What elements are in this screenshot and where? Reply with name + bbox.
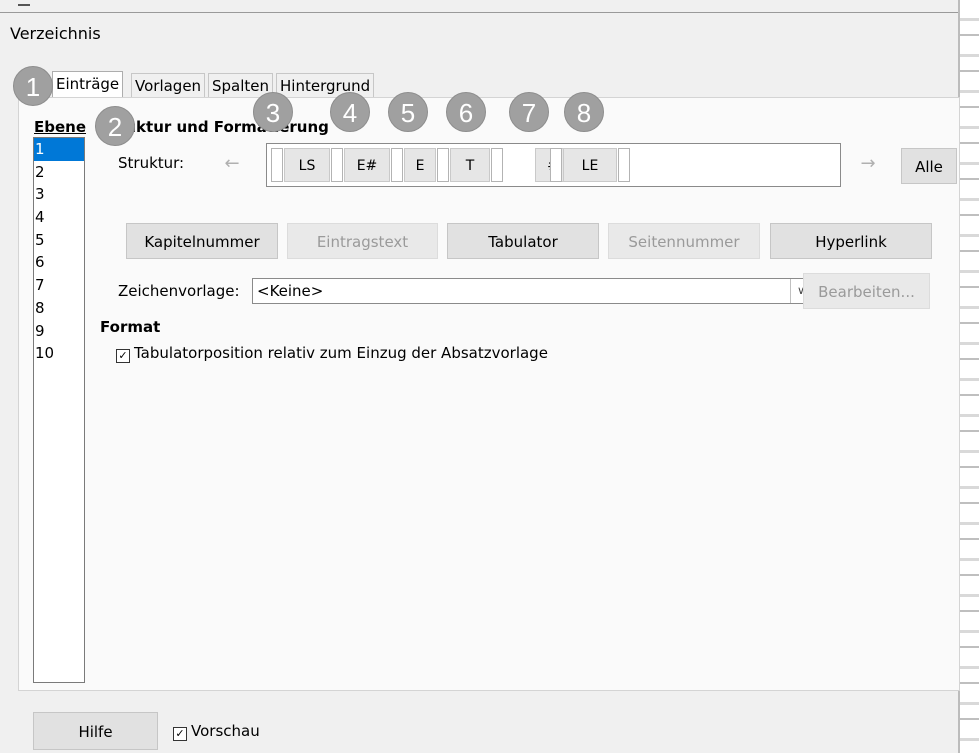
level-list[interactable]: 1 2 3 4 5 6 7 8 9 10 bbox=[33, 137, 85, 683]
preview-label: Vorschau bbox=[191, 722, 260, 740]
help-button[interactable]: Hilfe bbox=[33, 712, 158, 750]
callout-badge-8: 8 bbox=[564, 92, 604, 132]
char-style-value: <Keine> bbox=[257, 282, 324, 300]
level-item[interactable]: 5 bbox=[34, 229, 84, 252]
chapter-number-button[interactable]: Kapitelnummer bbox=[126, 223, 278, 259]
token-e-num[interactable]: E# bbox=[344, 148, 390, 182]
callout-badge-2: 2 bbox=[95, 106, 135, 146]
torn-edge bbox=[958, 0, 979, 753]
level-item[interactable]: 2 bbox=[34, 161, 84, 184]
window-edge-mark bbox=[18, 4, 30, 6]
level-item[interactable]: 7 bbox=[34, 274, 84, 297]
dialog-title: Verzeichnis bbox=[10, 24, 101, 43]
level-item[interactable]: 3 bbox=[34, 183, 84, 206]
structure-line[interactable]: LS E# E T # LE bbox=[266, 143, 841, 187]
callout-badge-5: 5 bbox=[388, 92, 428, 132]
level-item[interactable]: 4 bbox=[34, 206, 84, 229]
callout-badge-4: 4 bbox=[330, 92, 370, 132]
callout-badge-3: 3 bbox=[253, 92, 293, 132]
tab-position-checkbox[interactable]: ✓ Tabulatorposition relativ zum Einzug de… bbox=[116, 344, 548, 363]
structure-gap[interactable] bbox=[550, 148, 562, 182]
hyperlink-button[interactable]: Hyperlink bbox=[770, 223, 932, 259]
structure-gap[interactable] bbox=[491, 148, 503, 182]
tab-stop-button[interactable]: Tabulator bbox=[447, 223, 599, 259]
checkmark-icon: ✓ bbox=[116, 349, 130, 363]
level-item[interactable]: 9 bbox=[34, 320, 84, 343]
tab-eintraege[interactable]: Einträge bbox=[52, 71, 124, 99]
token-le[interactable]: LE bbox=[563, 148, 617, 182]
callout-badge-6: 6 bbox=[446, 92, 486, 132]
token-t[interactable]: T bbox=[450, 148, 490, 182]
tab-vorlagen[interactable]: Vorlagen bbox=[131, 73, 206, 98]
level-item[interactable]: 1 bbox=[34, 138, 84, 161]
structure-gap[interactable] bbox=[331, 148, 343, 182]
structure-gap[interactable] bbox=[391, 148, 403, 182]
preview-checkbox[interactable]: ✓ Vorschau bbox=[173, 722, 260, 741]
char-style-label: Zeichenvorlage: bbox=[118, 282, 240, 300]
level-item[interactable]: 6 bbox=[34, 251, 84, 274]
tab-position-label: Tabulatorposition relativ zum Einzug der… bbox=[134, 344, 548, 362]
char-style-select[interactable]: <Keine> ∨ bbox=[252, 278, 812, 304]
levels-label: Ebene bbox=[34, 118, 87, 136]
structure-gap[interactable] bbox=[618, 148, 630, 182]
structure-label: Struktur: bbox=[118, 154, 185, 172]
checkmark-icon: ✓ bbox=[173, 727, 187, 741]
structure-gap[interactable] bbox=[271, 148, 283, 182]
level-item[interactable]: 10 bbox=[34, 342, 84, 365]
callout-badge-7: 7 bbox=[509, 92, 549, 132]
right-arrow-icon[interactable]: → bbox=[857, 153, 879, 175]
edit-button[interactable]: Bearbeiten... bbox=[803, 273, 930, 309]
window-top-border bbox=[0, 12, 965, 13]
structure-gap[interactable] bbox=[437, 148, 449, 182]
format-heading: Format bbox=[100, 318, 161, 336]
token-ls[interactable]: LS bbox=[284, 148, 330, 182]
all-button[interactable]: Alle bbox=[901, 148, 957, 184]
callout-badge-1: 1 bbox=[13, 66, 53, 106]
entry-text-button[interactable]: Eintragstext bbox=[287, 223, 438, 259]
level-item[interactable]: 8 bbox=[34, 297, 84, 320]
token-e[interactable]: E bbox=[404, 148, 436, 182]
left-arrow-icon[interactable]: ← bbox=[221, 153, 243, 175]
page-number-button[interactable]: Seitennummer bbox=[608, 223, 760, 259]
